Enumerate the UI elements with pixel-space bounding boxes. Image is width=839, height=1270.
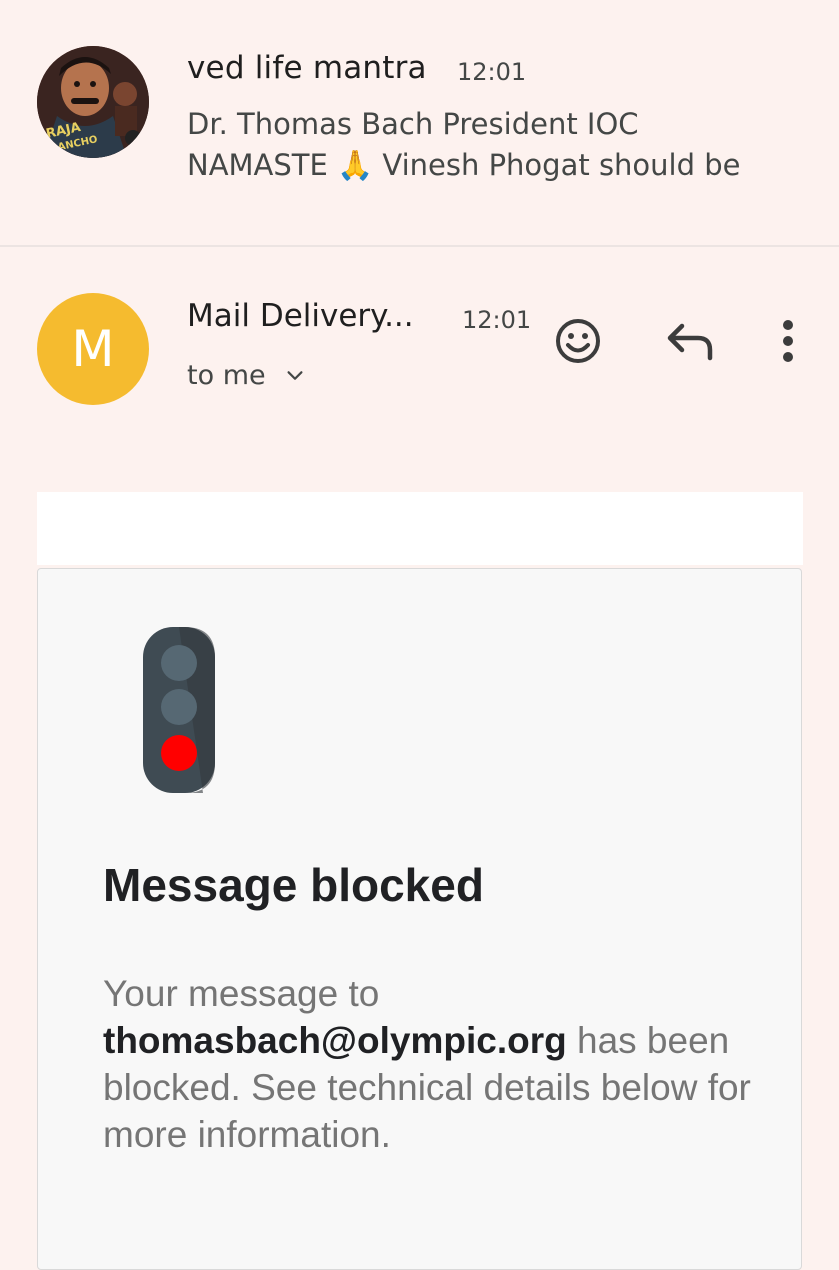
add-reaction-button[interactable] [553,316,603,366]
reply-button[interactable] [666,318,716,364]
more-options-button[interactable] [773,316,803,366]
smiley-face-icon [556,319,600,363]
chevron-down-icon [287,370,303,380]
sender-name[interactable]: Mail Delivery... [187,298,414,334]
message-title: Message blocked [103,859,484,911]
reply-icon [667,323,713,361]
recipient-label: to me [187,360,266,391]
recipient-details-toggle[interactable]: to me [187,360,306,391]
divider [0,245,839,247]
sender-avatar[interactable]: M [37,293,149,405]
traffic-light-icon [143,627,215,793]
avatar: RAJA RANCHO [37,46,149,158]
movie-poster-avatar-icon: RAJA RANCHO [37,46,149,158]
snippet-line-2: NAMASTE 🙏 Vinesh Phogat should be [187,148,741,182]
message-top-strip [37,492,803,565]
message-time: 12:01 [462,306,532,334]
more-vert-icon [783,320,793,362]
thread-snippet: Dr. Thomas Bach President IOC NAMASTE 🙏 … [187,104,807,186]
thread-sender-name: ved life mantra [187,50,427,86]
message-text-before: Your message to [103,973,380,1014]
message-text: Your message to thomasbach@olympic.org h… [103,970,763,1158]
thread-item-ved-life-mantra[interactable]: RAJA RANCHO ved life mantra 12:01 Dr. Th… [0,0,839,245]
recipient-email: thomasbach@olympic.org [103,1020,567,1061]
snippet-line-1: Dr. Thomas Bach President IOC [187,107,639,141]
thread-time: 12:01 [457,58,527,86]
